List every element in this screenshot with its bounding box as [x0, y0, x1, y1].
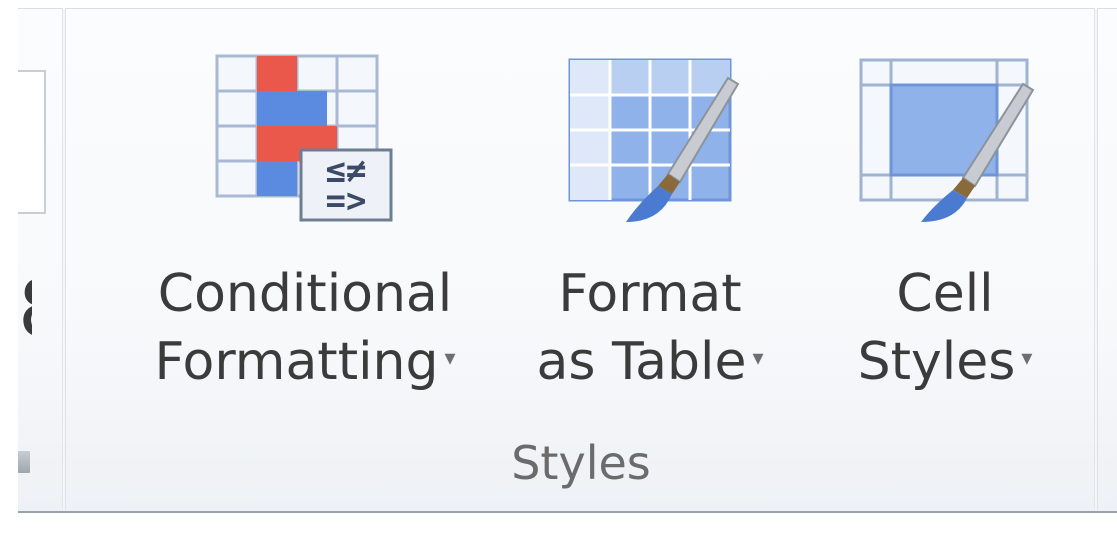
cell-styles-icon — [859, 58, 1035, 222]
group-separator — [62, 8, 66, 510]
cell-styles-label: Cell Styles ▾ — [857, 264, 1033, 392]
dialog-launcher-icon[interactable] — [18, 451, 30, 473]
cell-styles-button[interactable]: Cell Styles ▾ — [825, 8, 1065, 428]
conditional-formatting-icon: ≤≠ => — [215, 54, 393, 222]
svg-text:=>: => — [326, 181, 367, 221]
group-title: Styles — [511, 436, 651, 490]
conditional-formatting-button[interactable]: ≤≠ => Conditional Formatting ▾ — [110, 8, 500, 428]
format-as-table-label: Format as Table ▾ — [536, 264, 764, 392]
chevron-down-icon: ▾ — [1021, 346, 1033, 371]
previous-group-control[interactable] — [18, 70, 46, 214]
previous-group-edge: 8 — [18, 8, 68, 510]
chevron-down-icon: ▾ — [444, 346, 456, 371]
format-as-table-button[interactable]: Format as Table ▾ — [515, 8, 785, 428]
chevron-down-icon: ▾ — [752, 346, 764, 371]
styles-group: ≤≠ => Conditional Formatting ▾ Format as… — [70, 8, 1092, 510]
conditional-formatting-label: Conditional Formatting ▾ — [154, 264, 456, 392]
format-as-table-icon — [568, 58, 740, 222]
previous-group-glyph: 8 — [18, 270, 32, 350]
group-separator-right — [1094, 8, 1098, 510]
